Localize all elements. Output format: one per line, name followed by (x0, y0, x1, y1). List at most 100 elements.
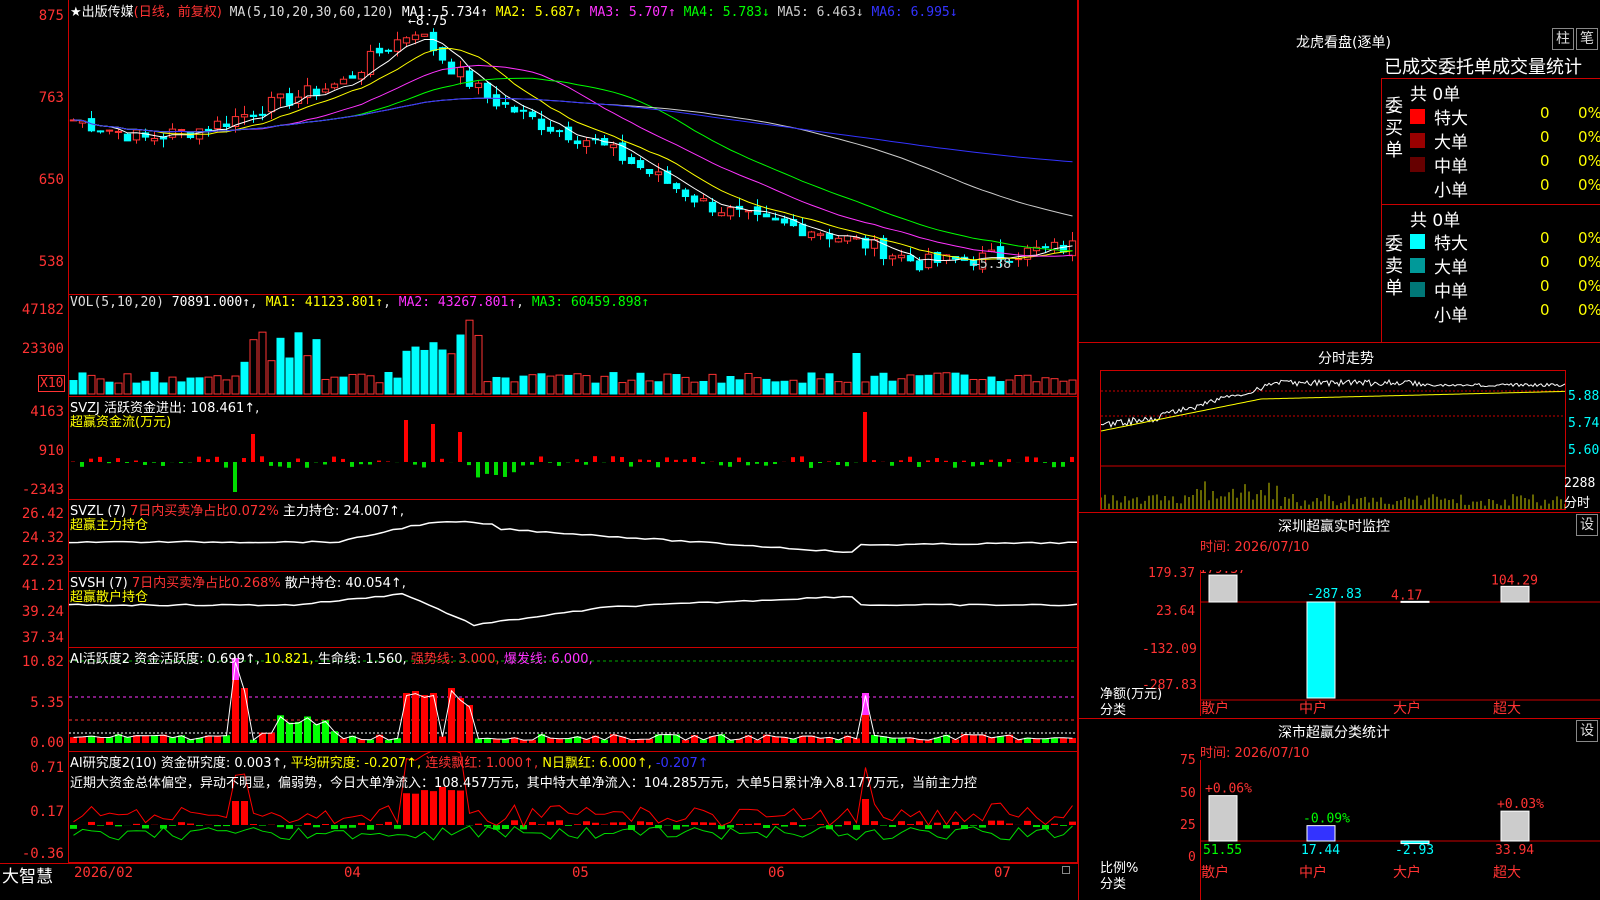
volume-bar (924, 374, 933, 395)
ai1-bar (772, 736, 779, 743)
candle (834, 237, 843, 243)
stock-name[interactable]: ★出版传媒 (70, 5, 134, 20)
ai1-bar (277, 715, 284, 743)
svzj-bar (647, 459, 651, 462)
ai2-bar (259, 825, 266, 826)
svzj-bar (80, 462, 84, 467)
volume-bar (1005, 379, 1014, 395)
stats-axis-4: 0 (1188, 850, 1196, 865)
stats-axis-2: 50 (1180, 786, 1196, 801)
candle (96, 130, 105, 133)
ma-value-3: MA3: 5.707↑ (581, 5, 676, 20)
stats-panel[interactable]: +0.06% 51.55 散户 -0.09% 17.44 中户 -2.93 大户 +0.03% 3… (1200, 760, 1600, 900)
volume-bar (600, 375, 609, 395)
tick-view-button[interactable]: 笔 (1576, 28, 1598, 50)
svzj-bar (773, 462, 777, 465)
volume-bar (357, 373, 366, 395)
candle (510, 106, 519, 113)
svzj-bar (458, 432, 462, 462)
ai2-bar (430, 791, 437, 825)
ma-line (73, 77, 1073, 252)
price-axis-4: 538 (38, 254, 64, 270)
sell-row-swatch-2 (1410, 282, 1425, 297)
ai2-bar (1024, 820, 1031, 825)
svzj-bar (899, 460, 903, 462)
ai1-bar (466, 705, 473, 743)
column-view-button[interactable]: 柱 (1552, 28, 1574, 50)
candlestick-chart[interactable] (69, 0, 1077, 294)
volume-bar (105, 381, 114, 395)
ai2-bar (394, 825, 401, 829)
monitor-divider (1078, 512, 1600, 513)
monitor-settings-button[interactable]: 设 (1576, 514, 1598, 536)
svzj-bar (1043, 462, 1047, 463)
svzj-bar (944, 460, 948, 462)
price-axis-1: 875 (38, 8, 64, 24)
ai2-axis-3: -0.36 (21, 846, 64, 862)
volume-bar (690, 381, 699, 395)
vol-axis-1: 47182 (21, 302, 64, 318)
volume-bar (951, 372, 960, 395)
sell-row-label-3: 小单 (1434, 306, 1468, 326)
buy-row-swatch-2 (1410, 157, 1425, 172)
candle (474, 82, 483, 89)
svzj-bar (836, 462, 840, 466)
svzj-bar (701, 462, 705, 464)
volume-bar (672, 374, 681, 395)
buy-row-label-3: 小单 (1434, 181, 1468, 201)
candle (708, 201, 717, 213)
monitor-panel[interactable]: 179.37 散户 -287.83 中户 4.17 大户 104.29 超大 (1200, 570, 1600, 716)
candle (654, 171, 663, 176)
lock-icon[interactable] (1062, 866, 1070, 874)
stats-value: 33.94 (1495, 843, 1534, 858)
volume-bar (708, 373, 717, 395)
intraday-axis-3: 5.60 (1568, 443, 1600, 458)
kline-panel[interactable] (68, 0, 1078, 295)
svzj-bar (206, 459, 210, 462)
svzj-bar (152, 462, 156, 463)
volume-bar (258, 331, 267, 395)
candle (213, 120, 222, 130)
volume-bar (852, 353, 861, 395)
volume-bar (510, 381, 519, 395)
candle (843, 235, 852, 242)
ai2-bar (214, 825, 221, 827)
ai2-bar (916, 821, 923, 825)
sell-row-count-0: 0 (1540, 229, 1550, 247)
volume-bar (645, 380, 654, 395)
candle (537, 118, 546, 131)
candle (627, 157, 636, 164)
candle (915, 260, 924, 271)
ai2-bar (637, 821, 644, 825)
stats-bar (1500, 810, 1530, 842)
volume-bar (1023, 374, 1032, 395)
ai1-bar (970, 734, 977, 743)
candle (105, 129, 114, 132)
ai1-bar (898, 737, 905, 743)
stats-settings-button[interactable]: 设 (1576, 720, 1598, 742)
candle (1068, 240, 1077, 257)
ai2-bar (691, 822, 698, 825)
svzj-bar (305, 462, 309, 468)
volume-bar (447, 353, 456, 395)
volume-bar (978, 379, 987, 395)
volume-bar (933, 372, 942, 395)
volume-bar (654, 381, 663, 395)
candle (771, 217, 780, 221)
candle (726, 207, 735, 217)
volume-bar (384, 371, 393, 395)
candle (240, 114, 249, 118)
stats-bar (1306, 825, 1336, 842)
chart-mode[interactable]: (日线，前复权) (134, 5, 222, 20)
ai2-bar (736, 823, 743, 825)
intraday-panel[interactable] (1100, 370, 1566, 510)
ai2-bar (817, 824, 824, 825)
volume-bar (159, 382, 168, 395)
svzj-bar (926, 460, 930, 462)
svzj-bar (800, 456, 804, 462)
volume-bar (168, 376, 177, 395)
volume-bar (393, 377, 402, 395)
buy-row-pct-2: 0% (1578, 152, 1600, 170)
ai2-bar (475, 823, 482, 825)
svsh-axis-3: 37.34 (21, 630, 64, 646)
